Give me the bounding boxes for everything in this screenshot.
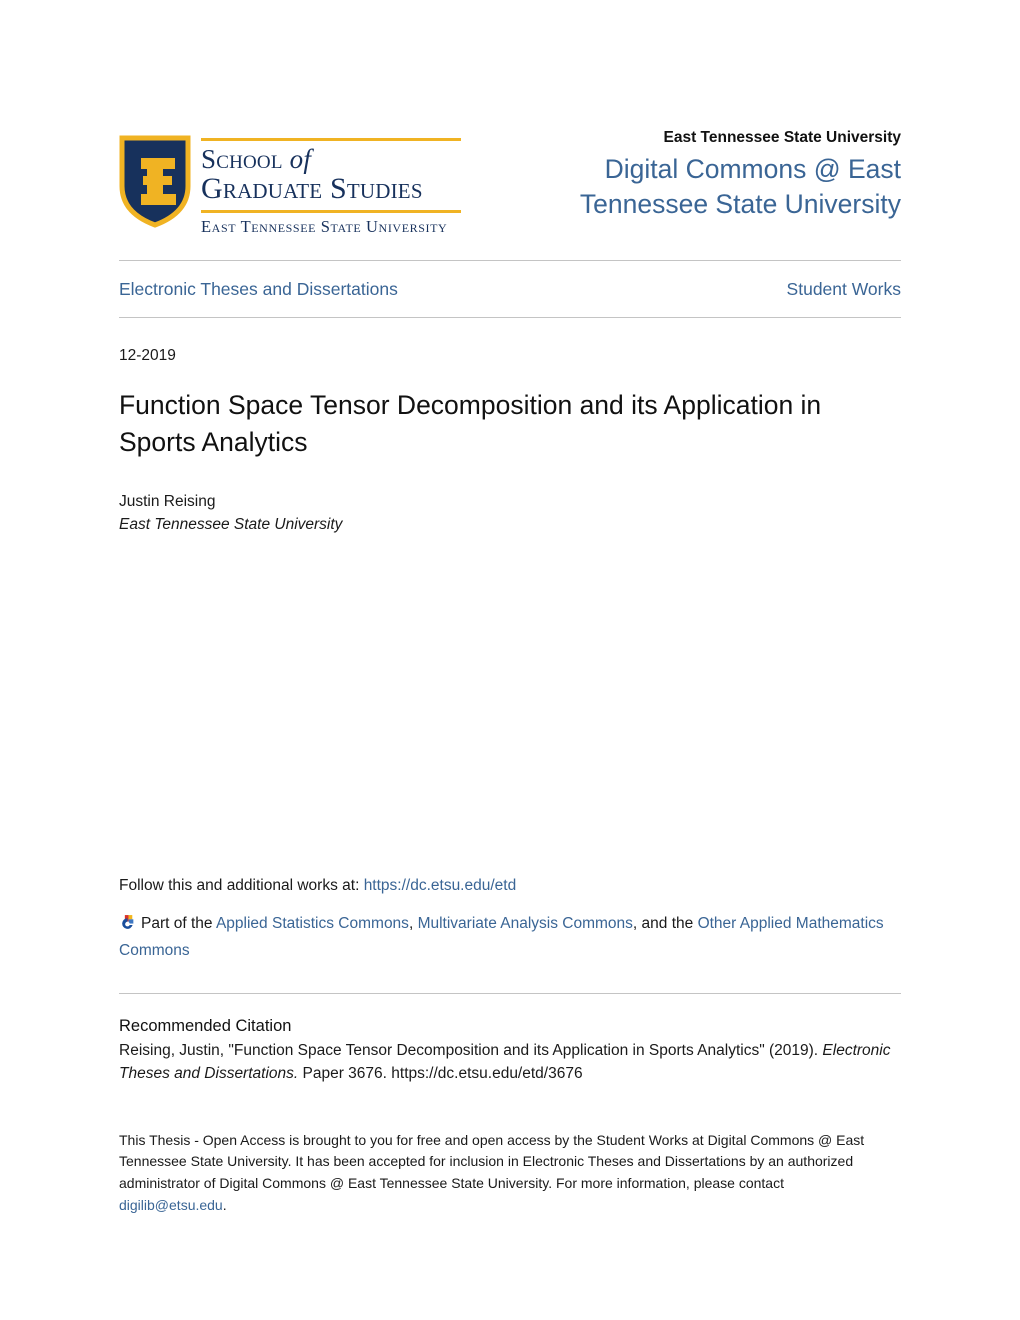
repository-brand: East Tennessee State University Digital … bbox=[461, 128, 901, 222]
etsu-shield-icon bbox=[119, 135, 191, 228]
commons-link-multivariate-analysis[interactable]: Multivariate Analysis Commons bbox=[418, 915, 633, 932]
recommended-citation-text: Reising, Justin, "Function Space Tensor … bbox=[119, 1040, 901, 1086]
author-name: Justin Reising bbox=[119, 493, 216, 511]
citation-text-after-italic: Paper 3676. https://dc.etsu.edu/etd/3676 bbox=[298, 1064, 583, 1082]
recommended-citation-section: Recommended Citation Reising, Justin, "F… bbox=[119, 994, 901, 1086]
logo-line-school-of: School of bbox=[201, 144, 461, 174]
contact-email-link[interactable]: digilib@etsu.edu bbox=[119, 1197, 223, 1213]
publication-date: 12-2019 bbox=[119, 347, 176, 365]
etsu-graduate-studies-logo: School of Graduate Studies East Tennesse… bbox=[119, 128, 461, 237]
logo-line-graduate-studies: Graduate Studies bbox=[201, 171, 423, 205]
logo-subline-university: East Tennessee State University bbox=[201, 217, 448, 237]
brand-repository-title: Digital Commons @ East Tennessee State U… bbox=[579, 154, 901, 220]
brand-university-name: East Tennessee State University bbox=[663, 129, 902, 146]
commons-prefix-text: Part of the bbox=[141, 915, 216, 933]
access-statement: This Thesis - Open Access is brought to … bbox=[119, 1086, 889, 1217]
author-block: Justin Reising East Tennessee State Univ… bbox=[119, 460, 901, 537]
access-statement-period: . bbox=[222, 1196, 227, 1213]
logo-wordmark: School of Graduate Studies East Tennesse… bbox=[201, 134, 461, 237]
masthead: School of Graduate Studies East Tennesse… bbox=[119, 0, 901, 237]
follow-prefix-text: Follow this and additional works at: bbox=[119, 877, 364, 895]
breadcrumb-nav: Electronic Theses and Dissertations Stud… bbox=[119, 261, 901, 317]
author-affiliation: East Tennessee State University bbox=[119, 516, 343, 534]
commons-link-applied-statistics[interactable]: Applied Statistics Commons bbox=[216, 915, 409, 932]
logo-word-of: of bbox=[289, 144, 312, 174]
commons-disciplines-line: Part of the Applied Statistics Commons , … bbox=[119, 897, 889, 964]
bepress-commons-icon bbox=[122, 915, 134, 930]
document-page: School of Graduate Studies East Tennesse… bbox=[0, 0, 1020, 1320]
follow-etd-link[interactable]: https://dc.etsu.edu/etd bbox=[364, 877, 517, 894]
logo-word-school: School bbox=[201, 144, 283, 174]
citation-text-before-italic: Reising, Justin, "Function Space Tensor … bbox=[119, 1041, 823, 1059]
commons-separator-2: , and the bbox=[632, 915, 698, 933]
logo-lines: School of Graduate Studies bbox=[201, 141, 461, 207]
recommended-citation-heading: Recommended Citation bbox=[119, 1016, 292, 1035]
commons-separator-1: , bbox=[408, 915, 418, 933]
access-statement-text: This Thesis - Open Access is brought to … bbox=[119, 1131, 865, 1191]
nav-link-student-works[interactable]: Student Works bbox=[787, 279, 901, 300]
follow-works-line: Follow this and additional works at: htt… bbox=[119, 874, 901, 897]
nav-link-electronic-theses-and-dissertations[interactable]: Electronic Theses and Dissertations bbox=[119, 279, 398, 300]
page-title: Function Space Tensor Decomposition and … bbox=[119, 390, 822, 457]
